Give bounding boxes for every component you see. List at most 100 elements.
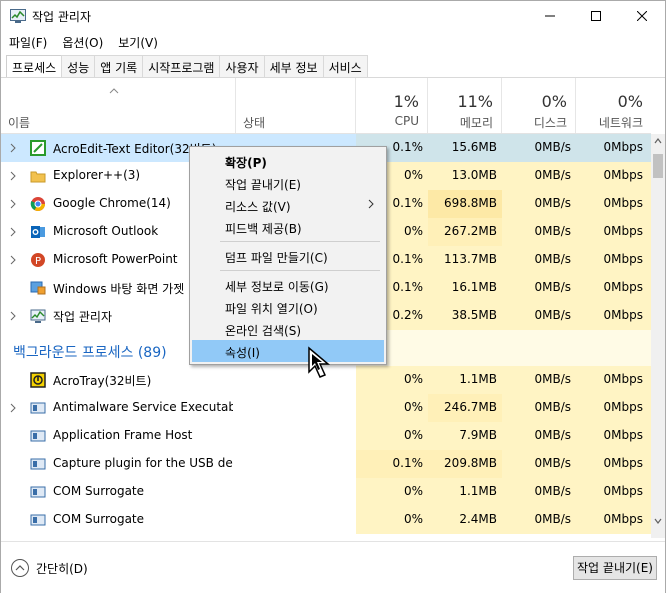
column-disk-label: 디스크 bbox=[533, 116, 567, 130]
tab-performance[interactable]: 성능 bbox=[61, 55, 96, 77]
menu-file[interactable]: 파일(F) bbox=[1, 31, 54, 53]
disk-value: 0MB/s bbox=[534, 428, 571, 442]
memory-value: 113.7MB bbox=[444, 252, 497, 266]
menu-separator bbox=[220, 241, 380, 242]
minimize-button[interactable] bbox=[527, 1, 573, 31]
column-name-label: 이름 bbox=[8, 116, 31, 130]
disk-value: 0MB/s bbox=[534, 196, 571, 210]
column-memory-header[interactable]: 11% 메모리 bbox=[428, 78, 502, 133]
network-value: 0Mbps bbox=[603, 512, 643, 526]
expand-chevron-icon[interactable] bbox=[10, 143, 16, 153]
process-name: AcroTray(32비트) bbox=[53, 374, 152, 388]
menu-item-properties[interactable]: 속성(I) bbox=[192, 340, 384, 362]
sort-ascending-icon bbox=[109, 88, 119, 94]
tab-details[interactable]: 세부 정보 bbox=[263, 55, 324, 77]
memory-value: 698.8MB bbox=[444, 196, 497, 210]
memory-total-percent: 11% bbox=[457, 92, 493, 111]
process-name: COM Surrogate bbox=[53, 512, 145, 526]
service-icon bbox=[30, 458, 46, 470]
menu-item-expand[interactable]: 확장(P) bbox=[192, 150, 384, 172]
memory-value: 15.6MB bbox=[451, 140, 497, 154]
network-value: 0Mbps bbox=[603, 400, 643, 414]
close-button[interactable] bbox=[619, 1, 665, 31]
service-icon bbox=[30, 486, 46, 498]
cpu-value: 0% bbox=[403, 428, 423, 442]
expand-chevron-icon[interactable] bbox=[10, 227, 16, 237]
end-task-button[interactable]: 작업 끝내기(E) bbox=[573, 556, 657, 580]
expand-chevron-icon[interactable] bbox=[10, 171, 16, 181]
acrotray-icon bbox=[30, 372, 46, 388]
powerpoint-icon: P bbox=[31, 253, 45, 267]
memory-value: 1.1MB bbox=[459, 484, 497, 498]
title-bar[interactable]: 작업 관리자 bbox=[1, 1, 665, 31]
network-value: 0Mbps bbox=[603, 484, 643, 498]
network-value: 0Mbps bbox=[603, 196, 643, 210]
service-icon bbox=[30, 402, 46, 414]
memory-value: 38.5MB bbox=[451, 308, 497, 322]
memory-value: 209.8MB bbox=[444, 456, 497, 470]
table-row[interactable]: Capture plugin for the USB dev... 0.1% 2… bbox=[1, 450, 651, 478]
context-menu: 확장(P) 작업 끝내기(E) 리소스 값(V) 피드백 제공(B) 덤프 파일… bbox=[189, 146, 387, 365]
scrollbar-thumb[interactable] bbox=[653, 154, 663, 178]
svg-text:P: P bbox=[35, 256, 41, 267]
folder-icon bbox=[30, 171, 46, 183]
disk-value: 0MB/s bbox=[534, 456, 571, 470]
service-icon bbox=[30, 430, 46, 442]
table-row[interactable]: COM Surrogate 0% 1.1MB 0MB/s 0Mbps bbox=[1, 478, 651, 506]
network-value: 0Mbps bbox=[603, 308, 643, 322]
disk-value: 0MB/s bbox=[534, 280, 571, 294]
menu-item-end-task[interactable]: 작업 끝내기(E) bbox=[192, 172, 384, 194]
expand-chevron-icon[interactable] bbox=[10, 403, 16, 413]
collapse-chevron-icon[interactable] bbox=[11, 559, 29, 577]
tab-startup[interactable]: 시작프로그램 bbox=[142, 55, 221, 77]
minimize-icon bbox=[545, 15, 555, 17]
column-status-header[interactable]: 상태 bbox=[236, 78, 356, 133]
menu-options[interactable]: 옵션(O) bbox=[54, 31, 110, 53]
expand-chevron-icon[interactable] bbox=[10, 311, 16, 321]
column-name-header[interactable]: 이름 bbox=[1, 78, 236, 133]
menu-view[interactable]: 보기(V) bbox=[110, 31, 165, 53]
memory-value: 16.1MB bbox=[451, 280, 497, 294]
task-manager-icon bbox=[30, 309, 46, 323]
menu-item-resource-values[interactable]: 리소스 값(V) bbox=[192, 194, 384, 216]
cpu-value: 0% bbox=[403, 372, 423, 386]
tab-processes[interactable]: 프로세스 bbox=[6, 55, 63, 78]
fewer-details-link[interactable]: 간단히(D) bbox=[36, 560, 88, 577]
chrome-icon bbox=[30, 197, 45, 211]
tab-app-history[interactable]: 앱 기록 bbox=[94, 55, 144, 77]
scroll-up-icon[interactable] bbox=[654, 137, 662, 145]
disk-value: 0MB/s bbox=[534, 168, 571, 182]
vertical-scrollbar[interactable] bbox=[651, 134, 665, 538]
maximize-button[interactable] bbox=[573, 1, 619, 31]
process-name: COM Surrogate bbox=[53, 484, 145, 498]
tab-users[interactable]: 사용자 bbox=[219, 55, 265, 77]
network-value: 0Mbps bbox=[603, 372, 643, 386]
menu-item-create-dump[interactable]: 덤프 파일 만들기(C) bbox=[192, 245, 384, 267]
scroll-down-icon[interactable] bbox=[654, 517, 662, 525]
table-row[interactable]: Antimalware Service Executable 0% 246.7M… bbox=[1, 394, 651, 422]
column-network-header[interactable]: 0% 네트워크 bbox=[576, 78, 651, 133]
expand-chevron-icon[interactable] bbox=[10, 199, 16, 209]
expand-chevron-icon[interactable] bbox=[10, 255, 16, 265]
disk-value: 0MB/s bbox=[534, 224, 571, 238]
menu-item-feedback[interactable]: 피드백 제공(B) bbox=[192, 216, 384, 238]
table-row[interactable]: COM Surrogate 0% 2.4MB 0MB/s 0Mbps bbox=[1, 506, 651, 534]
disk-value: 0MB/s bbox=[534, 372, 571, 386]
menu-item-open-file-location[interactable]: 파일 위치 열기(O) bbox=[192, 296, 384, 318]
submenu-arrow-icon bbox=[368, 199, 374, 209]
process-name: Antimalware Service Executable bbox=[53, 400, 233, 414]
network-value: 0Mbps bbox=[603, 168, 643, 182]
menu-item-go-to-details[interactable]: 세부 정보로 이동(G) bbox=[192, 274, 384, 296]
network-value: 0Mbps bbox=[603, 428, 643, 442]
network-value: 0Mbps bbox=[603, 280, 643, 294]
memory-value: 13.0MB bbox=[451, 168, 497, 182]
column-disk-header[interactable]: 0% 디스크 bbox=[502, 78, 576, 133]
network-total-percent: 0% bbox=[617, 92, 643, 111]
task-manager-app-icon bbox=[10, 9, 26, 23]
table-row[interactable]: Application Frame Host 0% 7.9MB 0MB/s 0M… bbox=[1, 422, 651, 450]
menu-item-search-online[interactable]: 온라인 검색(S) bbox=[192, 318, 384, 340]
tab-services[interactable]: 서비스 bbox=[322, 55, 368, 77]
table-header: 이름 상태 1% CPU 11% 메모리 0% 디스크 0% 네트워크 bbox=[1, 78, 651, 134]
column-cpu-header[interactable]: 1% CPU bbox=[356, 78, 428, 133]
cpu-total-percent: 1% bbox=[393, 92, 419, 111]
